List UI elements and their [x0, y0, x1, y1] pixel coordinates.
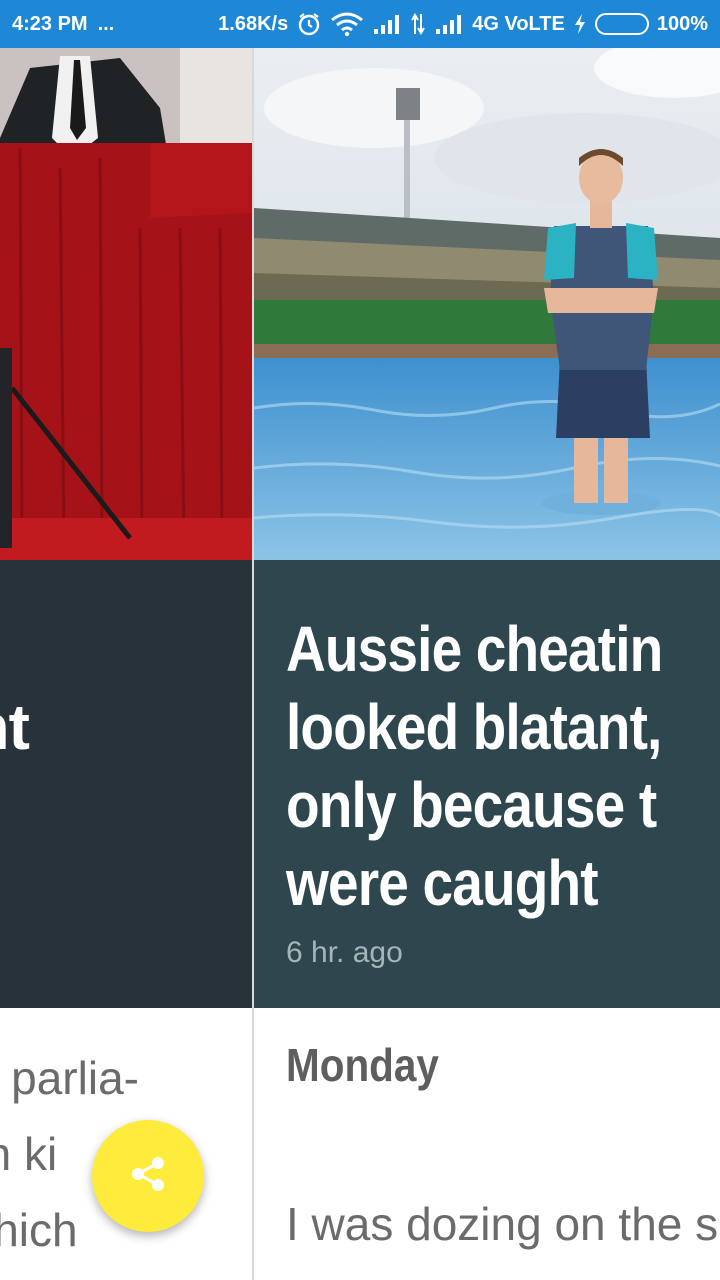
- status-time: 4:23 PM: [12, 12, 88, 35]
- signal-icon: [434, 13, 464, 35]
- charging-bolt-icon: [573, 13, 587, 35]
- network-speed: 1.68K/s: [218, 12, 289, 35]
- network-type: 4G VoLTE: [472, 12, 565, 35]
- article-headline: an ment a to: [0, 691, 30, 763]
- article-card-current[interactable]: Aussie cheatin looked blatant, only beca…: [254, 48, 720, 1280]
- battery-percent: 100%: [656, 12, 708, 35]
- signal-icon: [372, 13, 402, 35]
- wifi-icon: [330, 11, 364, 37]
- article-section-title: Monday: [286, 1039, 439, 1091]
- headline-panel: Aussie cheatin looked blatant, only beca…: [254, 560, 720, 1008]
- status-bar: 4:23 PM ... 1.68K/s 4G VoLTE 100%: [0, 0, 720, 48]
- data-arrows-icon: [410, 12, 426, 36]
- alarm-icon: [296, 11, 322, 37]
- article-hero-image: [0, 48, 252, 560]
- article-timestamp: 6 hr. ago: [286, 936, 403, 969]
- article-headline: Aussie cheatin looked blatant, only beca…: [286, 613, 663, 919]
- headline-panel: an ment a to: [0, 560, 252, 1008]
- article-hero-image: [254, 48, 720, 560]
- status-more-dots: ...: [97, 12, 115, 35]
- share-button[interactable]: [92, 1120, 204, 1232]
- article-body-text: I was dozing on the s: [286, 1198, 719, 1250]
- share-icon: [126, 1152, 170, 1201]
- article-card-previous[interactable]: an ment a to to parlia- an ki which: [0, 48, 252, 1280]
- battery-icon: [594, 13, 649, 35]
